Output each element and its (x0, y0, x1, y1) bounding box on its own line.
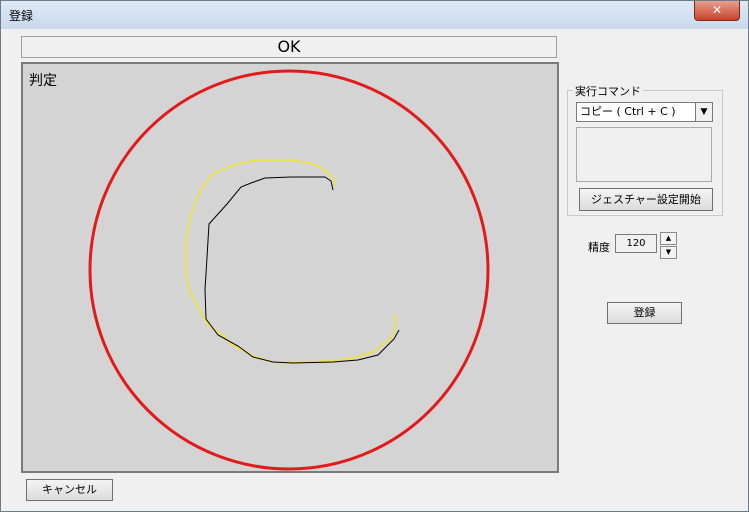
chevron-down-icon[interactable]: ▼ (695, 103, 712, 121)
reference-stroke (185, 159, 397, 363)
drawn-stroke (204, 176, 400, 364)
command-group-label: 実行コマンド (573, 83, 643, 99)
gesture-drawing (88, 69, 490, 471)
window-title: 登録 (9, 9, 34, 23)
precision-field[interactable]: 120 (615, 234, 657, 253)
command-selected-value: コピー ( Ctrl + C ) (580, 105, 676, 118)
gesture-setup-button[interactable]: ジェスチャー設定開始 (579, 188, 713, 211)
close-button[interactable]: ✕ (694, 1, 740, 21)
status-display: OK (21, 36, 557, 58)
titlebar: 登録 ✕ (1, 1, 748, 29)
cancel-button[interactable]: キャンセル (26, 479, 113, 501)
register-button[interactable]: 登録 (607, 302, 682, 324)
precision-label: 精度 (588, 241, 610, 254)
command-select[interactable]: コピー ( Ctrl + C ) ▼ (576, 102, 713, 122)
judgment-label: 判定 (29, 73, 57, 89)
command-preview-box (576, 127, 712, 182)
judgment-circle (88, 69, 490, 471)
window: 登録 ✕ OK 判定 実行コマンド コピー ( Ctrl + C ) ▼ ジェス… (0, 0, 749, 512)
decrement-icon[interactable]: ▼ (660, 246, 677, 259)
gesture-canvas[interactable]: 判定 (21, 62, 559, 473)
increment-icon[interactable]: ▲ (660, 232, 677, 245)
